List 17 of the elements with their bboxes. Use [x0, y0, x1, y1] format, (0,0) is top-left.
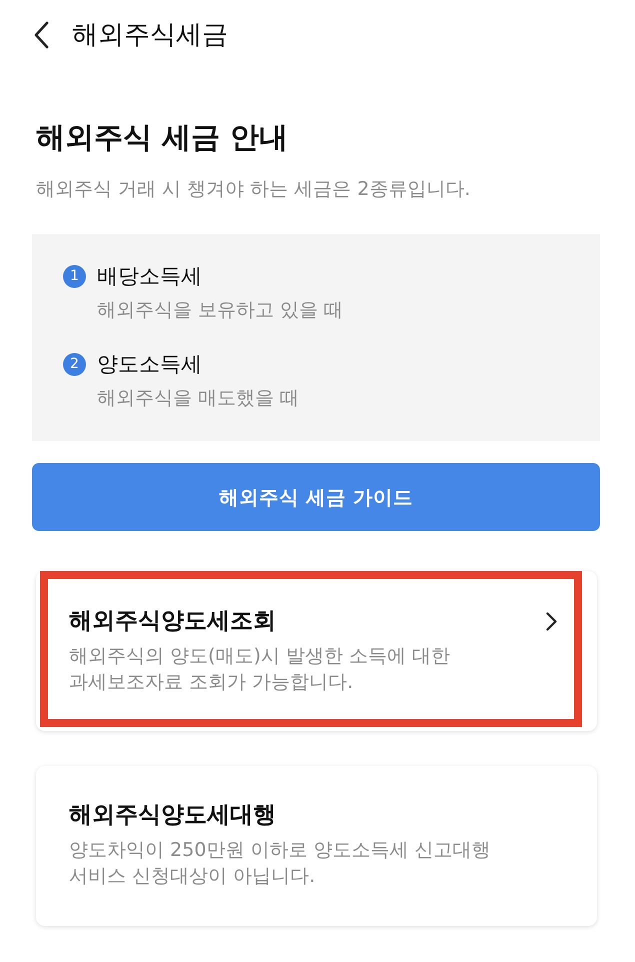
page-title: 해외주식세금: [72, 19, 228, 51]
back-chevron-icon[interactable]: [33, 21, 49, 49]
step-number-badge: 2: [63, 352, 86, 376]
card-description: 양도차익이 250만원 이하로 양도소득세 신고대행 서비스 신청대상이 아닙니다.: [69, 838, 490, 889]
card-description: 해외주식의 양도(매도)시 발생한 소득에 대한 과세보조자료 조회가 가능합니다.: [69, 644, 450, 695]
service-card[interactable]: 해외주식양도세조회 해외주식의 양도(매도)시 발생한 소득에 대한 과세보조자료 조회가 가능합니다.: [36, 571, 597, 731]
section-heading: 해외주식 세금 안내: [36, 119, 288, 156]
tax-type-description: 해외주식을 보유하고 있을 때: [97, 298, 344, 323]
card-title: 해외주식양도세대행: [69, 801, 276, 830]
card-title: 해외주식양도세조회: [69, 607, 276, 636]
service-card[interactable]: 해외주식양도세대행 양도차익이 250만원 이하로 양도소득세 신고대행 서비스 신청대상이 아닙니다.: [36, 766, 597, 926]
tax-type-name: 배당소득세: [97, 263, 202, 290]
section-subtitle: 해외주식 거래 시 챙겨야 하는 세금은 2종류입니다.: [36, 177, 470, 202]
tax-guide-button[interactable]: 해외주식 세금 가이드: [32, 463, 600, 531]
tax-type-name: 양도소득세: [97, 351, 202, 378]
step-number-badge: 1: [63, 264, 86, 288]
tax-type-description: 해외주식을 매도했을 때: [97, 386, 300, 411]
